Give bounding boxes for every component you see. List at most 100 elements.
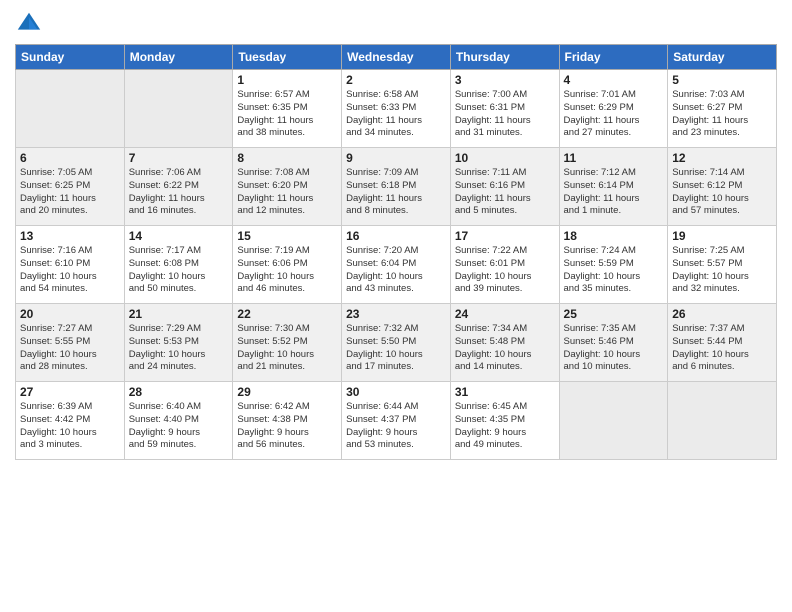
day-info: Sunrise: 7:20 AM Sunset: 6:04 PM Dayligh… <box>346 245 446 296</box>
calendar-cell-4-6 <box>668 382 777 460</box>
logo-icon <box>15 10 43 38</box>
day-number: 14 <box>129 229 229 243</box>
day-info: Sunrise: 7:00 AM Sunset: 6:31 PM Dayligh… <box>455 89 555 140</box>
day-info: Sunrise: 7:06 AM Sunset: 6:22 PM Dayligh… <box>129 167 229 218</box>
day-info: Sunrise: 6:40 AM Sunset: 4:40 PM Dayligh… <box>129 401 229 452</box>
weekday-header-row: SundayMondayTuesdayWednesdayThursdayFrid… <box>16 45 777 70</box>
calendar-cell-2-3: 16 Sunrise: 7:20 AM Sunset: 6:04 PM Dayli… <box>342 226 451 304</box>
day-number: 16 <box>346 229 446 243</box>
calendar-cell-3-4: 24Sunrise: 7:34 AM Sunset: 5:48 PM Dayli… <box>450 304 559 382</box>
day-info: Sunrise: 7:12 AM Sunset: 6:14 PM Dayligh… <box>564 167 664 218</box>
calendar-cell-2-2: 15 Sunrise: 7:19 AM Sunset: 6:06 PM Dayli… <box>233 226 342 304</box>
day-number: 29 <box>237 385 337 399</box>
calendar-cell-3-3: 23 Sunrise: 7:32 AM Sunset: 5:50 PM Dayli… <box>342 304 451 382</box>
day-number: 4 <box>564 73 664 87</box>
calendar-table: SundayMondayTuesdayWednesdayThursdayFrid… <box>15 44 777 460</box>
day-number: 9 <box>346 151 446 165</box>
weekday-header-tuesday: Tuesday <box>233 45 342 70</box>
day-info: Sunrise: 7:09 AM Sunset: 6:18 PM Dayligh… <box>346 167 446 218</box>
day-number: 11 <box>564 151 664 165</box>
day-info: Sunrise: 7:16 AM Sunset: 6:10 PM Dayligh… <box>20 245 120 296</box>
day-info: Sunrise: 6:45 AM Sunset: 4:35 PM Dayligh… <box>455 401 555 452</box>
day-info: Sunrise: 7:01 AM Sunset: 6:29 PM Dayligh… <box>564 89 664 140</box>
day-info: Sunrise: 7:32 AM Sunset: 5:50 PM Dayligh… <box>346 323 446 374</box>
calendar-cell-4-4: 31Sunrise: 6:45 AM Sunset: 4:35 PM Dayli… <box>450 382 559 460</box>
calendar-cell-3-1: 21Sunrise: 7:29 AM Sunset: 5:53 PM Dayli… <box>124 304 233 382</box>
day-number: 23 <box>346 307 446 321</box>
header <box>15 10 777 38</box>
weekday-header-friday: Friday <box>559 45 668 70</box>
day-number: 13 <box>20 229 120 243</box>
day-info: Sunrise: 7:08 AM Sunset: 6:20 PM Dayligh… <box>237 167 337 218</box>
calendar-cell-0-0 <box>16 70 125 148</box>
logo <box>15 10 47 38</box>
weekday-header-saturday: Saturday <box>668 45 777 70</box>
day-number: 1 <box>237 73 337 87</box>
week-row-2: 13 Sunrise: 7:16 AM Sunset: 6:10 PM Dayli… <box>16 226 777 304</box>
week-row-0: 1 Sunrise: 6:57 AM Sunset: 6:35 PM Daylig… <box>16 70 777 148</box>
day-info: Sunrise: 7:24 AM Sunset: 5:59 PM Dayligh… <box>564 245 664 296</box>
day-info: Sunrise: 7:22 AM Sunset: 6:01 PM Dayligh… <box>455 245 555 296</box>
calendar-cell-2-4: 17 Sunrise: 7:22 AM Sunset: 6:01 PM Dayli… <box>450 226 559 304</box>
day-number: 7 <box>129 151 229 165</box>
calendar-cell-1-5: 11 Sunrise: 7:12 AM Sunset: 6:14 PM Dayli… <box>559 148 668 226</box>
day-info: Sunrise: 6:39 AM Sunset: 4:42 PM Dayligh… <box>20 401 120 452</box>
day-number: 17 <box>455 229 555 243</box>
day-number: 6 <box>20 151 120 165</box>
calendar-cell-4-3: 30 Sunrise: 6:44 AM Sunset: 4:37 PM Dayli… <box>342 382 451 460</box>
calendar-cell-2-0: 13 Sunrise: 7:16 AM Sunset: 6:10 PM Dayli… <box>16 226 125 304</box>
weekday-header-sunday: Sunday <box>16 45 125 70</box>
day-info: Sunrise: 7:14 AM Sunset: 6:12 PM Dayligh… <box>672 167 772 218</box>
day-info: Sunrise: 7:03 AM Sunset: 6:27 PM Dayligh… <box>672 89 772 140</box>
weekday-header-monday: Monday <box>124 45 233 70</box>
day-number: 20 <box>20 307 120 321</box>
calendar-cell-0-5: 4 Sunrise: 7:01 AM Sunset: 6:29 PM Daylig… <box>559 70 668 148</box>
day-info: Sunrise: 6:42 AM Sunset: 4:38 PM Dayligh… <box>237 401 337 452</box>
calendar-cell-3-0: 20 Sunrise: 7:27 AM Sunset: 5:55 PM Dayli… <box>16 304 125 382</box>
calendar-cell-4-5 <box>559 382 668 460</box>
calendar-cell-1-1: 7 Sunrise: 7:06 AM Sunset: 6:22 PM Daylig… <box>124 148 233 226</box>
day-info: Sunrise: 7:25 AM Sunset: 5:57 PM Dayligh… <box>672 245 772 296</box>
calendar-cell-0-2: 1 Sunrise: 6:57 AM Sunset: 6:35 PM Daylig… <box>233 70 342 148</box>
calendar-cell-4-0: 27Sunrise: 6:39 AM Sunset: 4:42 PM Dayli… <box>16 382 125 460</box>
calendar-cell-3-5: 25 Sunrise: 7:35 AM Sunset: 5:46 PM Dayli… <box>559 304 668 382</box>
day-number: 30 <box>346 385 446 399</box>
day-info: Sunrise: 7:17 AM Sunset: 6:08 PM Dayligh… <box>129 245 229 296</box>
calendar-cell-0-1 <box>124 70 233 148</box>
weekday-header-thursday: Thursday <box>450 45 559 70</box>
weekday-header-wednesday: Wednesday <box>342 45 451 70</box>
day-info: Sunrise: 7:30 AM Sunset: 5:52 PM Dayligh… <box>237 323 337 374</box>
day-info: Sunrise: 7:05 AM Sunset: 6:25 PM Dayligh… <box>20 167 120 218</box>
day-number: 19 <box>672 229 772 243</box>
calendar-cell-1-6: 12Sunrise: 7:14 AM Sunset: 6:12 PM Dayli… <box>668 148 777 226</box>
calendar-cell-1-3: 9 Sunrise: 7:09 AM Sunset: 6:18 PM Daylig… <box>342 148 451 226</box>
day-number: 26 <box>672 307 772 321</box>
day-number: 24 <box>455 307 555 321</box>
calendar-cell-1-4: 10Sunrise: 7:11 AM Sunset: 6:16 PM Dayli… <box>450 148 559 226</box>
calendar-cell-3-6: 26Sunrise: 7:37 AM Sunset: 5:44 PM Dayli… <box>668 304 777 382</box>
day-info: Sunrise: 6:44 AM Sunset: 4:37 PM Dayligh… <box>346 401 446 452</box>
calendar-cell-2-5: 18 Sunrise: 7:24 AM Sunset: 5:59 PM Dayli… <box>559 226 668 304</box>
calendar-cell-0-4: 3Sunrise: 7:00 AM Sunset: 6:31 PM Daylig… <box>450 70 559 148</box>
day-info: Sunrise: 6:57 AM Sunset: 6:35 PM Dayligh… <box>237 89 337 140</box>
day-info: Sunrise: 7:35 AM Sunset: 5:46 PM Dayligh… <box>564 323 664 374</box>
calendar-cell-2-6: 19 Sunrise: 7:25 AM Sunset: 5:57 PM Dayli… <box>668 226 777 304</box>
calendar-cell-3-2: 22Sunrise: 7:30 AM Sunset: 5:52 PM Dayli… <box>233 304 342 382</box>
day-number: 21 <box>129 307 229 321</box>
calendar-cell-1-2: 8 Sunrise: 7:08 AM Sunset: 6:20 PM Daylig… <box>233 148 342 226</box>
day-number: 28 <box>129 385 229 399</box>
day-number: 15 <box>237 229 337 243</box>
day-number: 25 <box>564 307 664 321</box>
day-number: 18 <box>564 229 664 243</box>
day-info: Sunrise: 7:11 AM Sunset: 6:16 PM Dayligh… <box>455 167 555 218</box>
day-info: Sunrise: 7:27 AM Sunset: 5:55 PM Dayligh… <box>20 323 120 374</box>
calendar-cell-4-2: 29 Sunrise: 6:42 AM Sunset: 4:38 PM Dayli… <box>233 382 342 460</box>
calendar-cell-4-1: 28 Sunrise: 6:40 AM Sunset: 4:40 PM Dayli… <box>124 382 233 460</box>
day-info: Sunrise: 7:19 AM Sunset: 6:06 PM Dayligh… <box>237 245 337 296</box>
week-row-4: 27Sunrise: 6:39 AM Sunset: 4:42 PM Dayli… <box>16 382 777 460</box>
day-number: 8 <box>237 151 337 165</box>
day-number: 5 <box>672 73 772 87</box>
week-row-3: 20 Sunrise: 7:27 AM Sunset: 5:55 PM Dayli… <box>16 304 777 382</box>
page: SundayMondayTuesdayWednesdayThursdayFrid… <box>0 0 792 612</box>
calendar-cell-0-6: 5 Sunrise: 7:03 AM Sunset: 6:27 PM Daylig… <box>668 70 777 148</box>
